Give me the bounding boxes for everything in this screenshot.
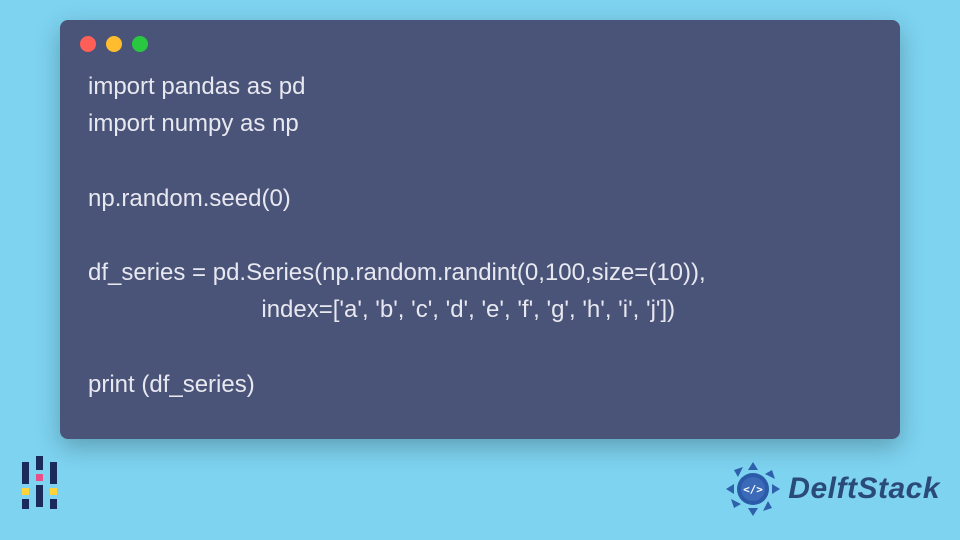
code-line: np.random.seed(0) [88, 185, 291, 212]
delftstack-badge-icon: </> [724, 460, 782, 518]
window-titlebar [60, 20, 900, 60]
pandas-logo-icon [18, 456, 62, 512]
code-line: import pandas as pd [88, 73, 305, 100]
svg-text:</>: </> [743, 483, 763, 496]
minimize-icon [106, 36, 122, 52]
code-body: import pandas as pd import numpy as np n… [60, 60, 900, 411]
code-window: import pandas as pd import numpy as np n… [60, 20, 900, 439]
delftstack-text: DelftStack [788, 472, 940, 506]
code-line: index=['a', 'b', 'c', 'd', 'e', 'f', 'g'… [88, 296, 675, 323]
code-line: import numpy as np [88, 110, 299, 137]
code-line: df_series = pd.Series(np.random.randint(… [88, 259, 706, 286]
delftstack-logo: </> DelftStack [724, 460, 940, 518]
close-icon [80, 36, 96, 52]
code-line: print (df_series) [88, 371, 255, 398]
maximize-icon [132, 36, 148, 52]
